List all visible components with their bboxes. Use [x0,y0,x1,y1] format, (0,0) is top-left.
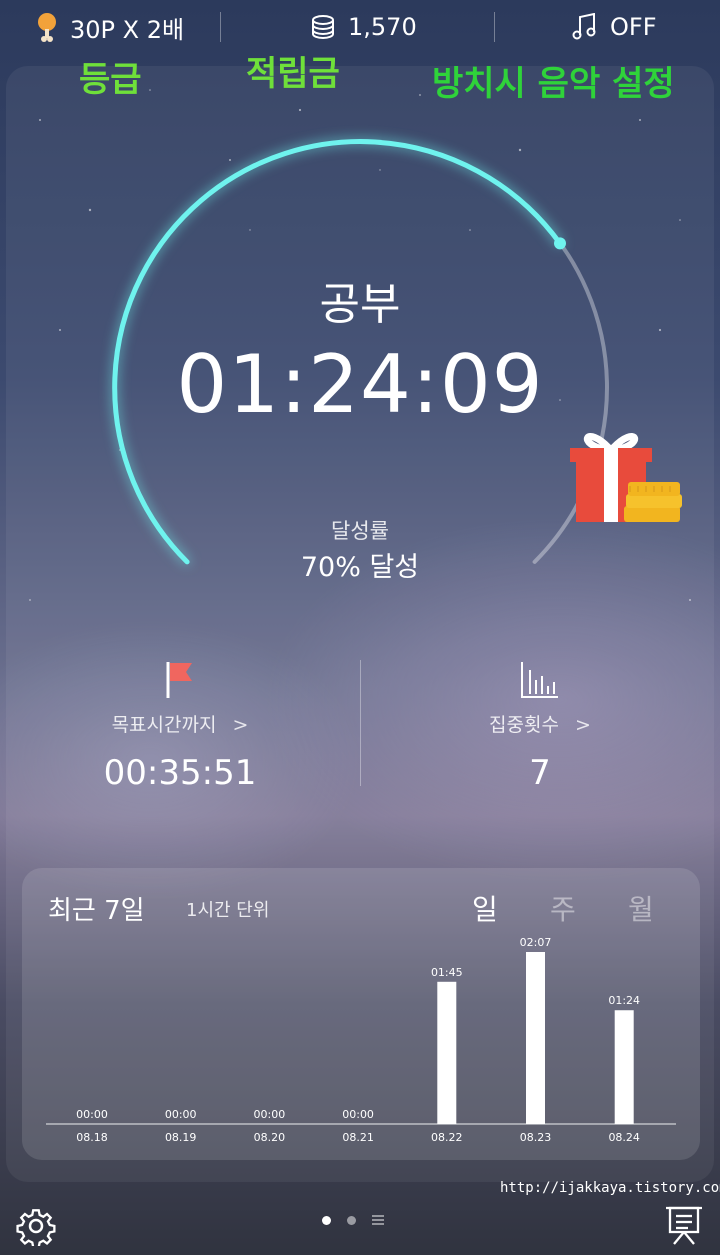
presentation-icon[interactable] [664,1204,704,1246]
bar-value-label: 00:00 [165,1108,197,1121]
x-tick-label: 08.20 [254,1131,286,1144]
x-tick-label: 08.24 [608,1131,640,1144]
weekly-bar-chart: 00:00 08.18 00:00 08.19 00:00 08.20 00:00 08.21… [46,936,676,1144]
page-dot-active[interactable] [322,1215,331,1225]
chart-bar [614,1010,634,1124]
page-indicator[interactable] [322,1214,384,1226]
x-tick-label: 08.21 [342,1131,374,1144]
x-tick-label: 08.19 [165,1131,197,1144]
bar-value-label: 00:00 [254,1108,286,1121]
bar-value-label: 02:07 [520,936,552,949]
bar-value-label: 00:00 [342,1108,374,1121]
bar-value-label: 00:00 [76,1108,108,1121]
list-icon[interactable] [372,1214,384,1226]
page-dot[interactable] [347,1215,356,1225]
gear-icon[interactable] [16,1206,56,1246]
bar-value-label: 01:24 [608,994,640,1007]
chart-bar [437,981,457,1124]
bar-value-label: 01:45 [431,966,463,979]
x-tick-label: 08.23 [520,1131,552,1144]
watermark: http://ijakkaya.tistory.com [500,1180,720,1196]
x-tick-label: 08.18 [76,1131,108,1144]
chart-bar [526,952,545,1124]
x-tick-label: 08.22 [431,1131,463,1144]
